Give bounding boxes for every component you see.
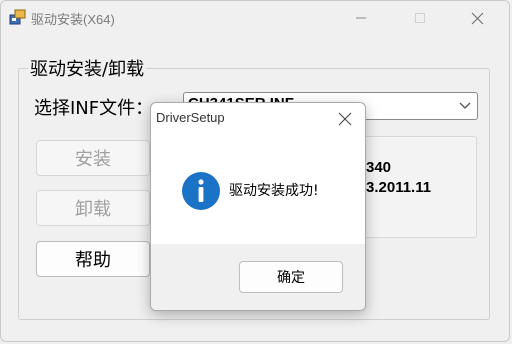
- ok-button-label: 确定: [277, 270, 305, 286]
- select-inf-label: 选择INF文件：: [34, 98, 154, 119]
- dialog-footer: 确定: [151, 244, 365, 310]
- message-dialog: DriverSetup 驱动安装成功! 确定: [150, 102, 366, 311]
- install-button[interactable]: 安装: [36, 140, 150, 176]
- help-button[interactable]: 帮助: [36, 241, 150, 277]
- close-icon: [471, 12, 483, 24]
- chevron-down-icon: [459, 102, 471, 109]
- uninstall-button-label: 卸载: [75, 199, 111, 220]
- info-icon: [182, 172, 220, 210]
- title-bar[interactable]: 驱动安装(X64): [1, 1, 509, 34]
- close-button[interactable]: [461, 7, 493, 29]
- dialog-title: DriverSetup: [156, 110, 225, 125]
- dialog-close-icon[interactable]: [337, 111, 353, 127]
- driver-info-line1: 340: [366, 159, 392, 176]
- minimize-button[interactable]: [345, 7, 377, 29]
- minimize-icon: [356, 17, 366, 19]
- window-title: 驱动安装(X64): [31, 12, 115, 27]
- driver-info-line2: 3.2011.11: [366, 179, 432, 196]
- install-button-label: 安装: [75, 149, 111, 170]
- maximize-icon: [415, 13, 425, 23]
- group-title: 驱动安装/卸载: [28, 55, 147, 81]
- help-button-label: 帮助: [75, 250, 111, 271]
- ok-button[interactable]: 确定: [239, 261, 343, 293]
- maximize-button[interactable]: [404, 7, 436, 29]
- dialog-message: 驱动安装成功!: [229, 183, 319, 199]
- app-icon: [9, 9, 26, 25]
- uninstall-button[interactable]: 卸载: [36, 190, 150, 226]
